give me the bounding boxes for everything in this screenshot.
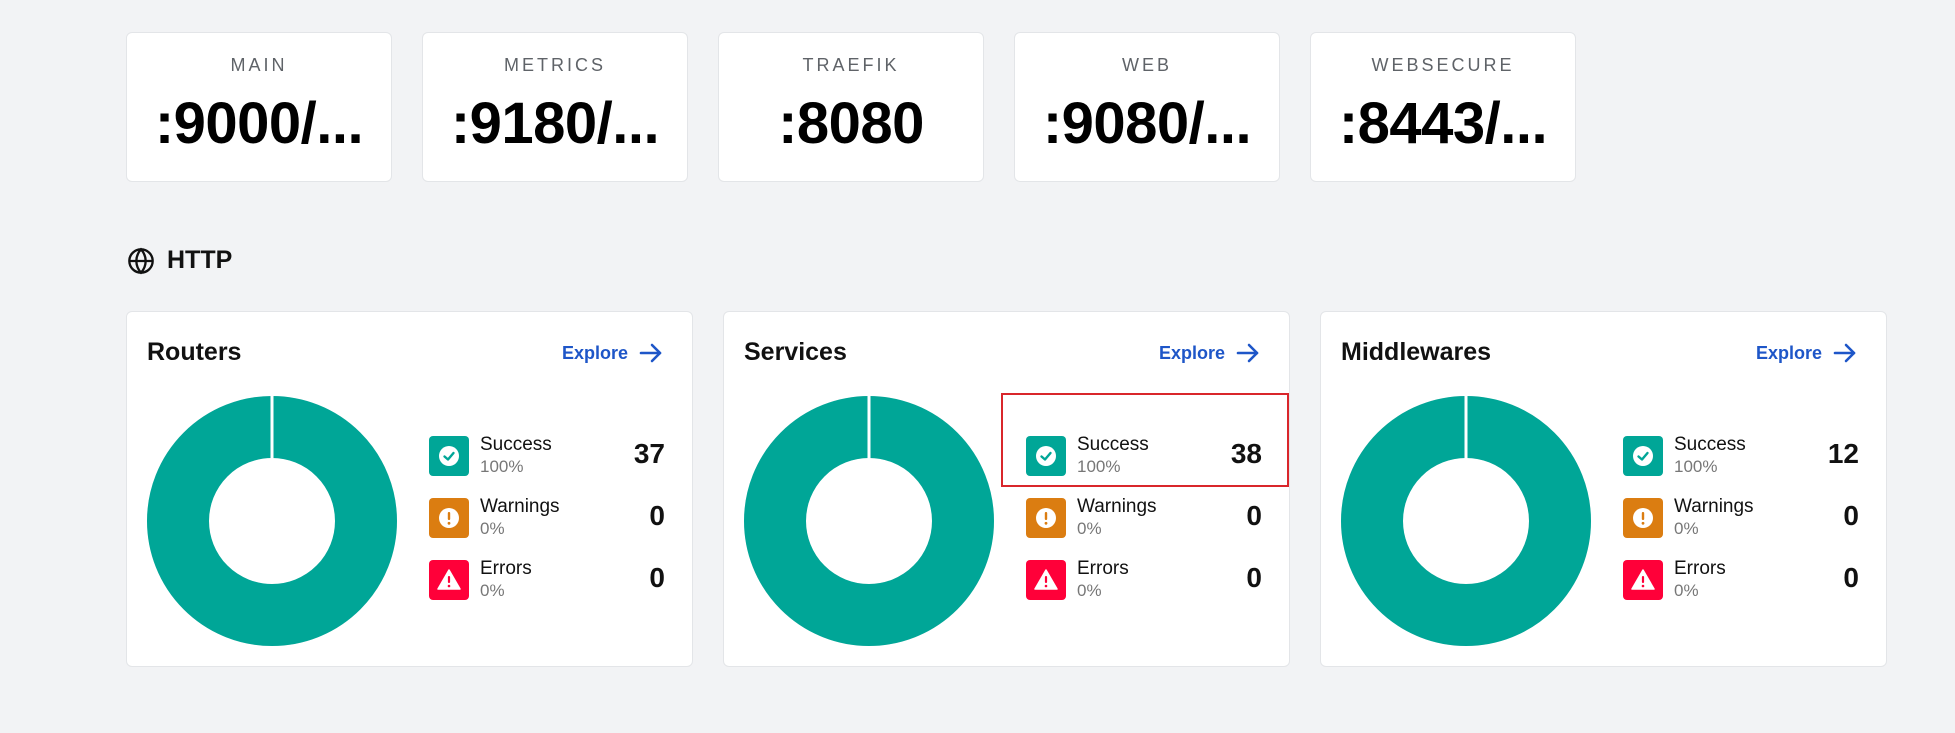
stat-label: Errors <box>1077 558 1129 579</box>
error-icon <box>429 560 469 600</box>
stat-success: Success 100% 12 <box>1623 434 1859 498</box>
stat-errors: Errors 0% 0 <box>1026 558 1262 622</box>
stat-success: Success 100% 38 <box>1026 434 1262 498</box>
stat-count: 37 <box>633 438 665 469</box>
stat-count: 0 <box>649 562 665 593</box>
error-icon <box>1623 560 1663 600</box>
warning-icon <box>429 498 469 538</box>
entrypoint-port: :9080/... <box>1042 91 1252 156</box>
stats-list: Success 100% 38 Warnings 0% 0 Errors 0% 0 <box>1026 434 1262 622</box>
stat-label: Success <box>480 434 552 455</box>
error-icon <box>1026 560 1066 600</box>
stat-count: 0 <box>1246 562 1262 593</box>
entrypoints-row: MAIN :9000/... METRICS :9180/... TRAEFIK… <box>126 32 1576 182</box>
stat-percent: 0% <box>1077 581 1102 600</box>
entrypoint-card-main: MAIN :9000/... <box>126 32 392 182</box>
stat-warnings: Warnings 0% 0 <box>1026 496 1262 560</box>
stat-percent: 100% <box>480 457 524 476</box>
stat-percent: 0% <box>1077 519 1102 538</box>
stat-count: 0 <box>649 500 665 531</box>
section-title: HTTP <box>167 246 233 274</box>
stat-label: Success <box>1077 434 1149 455</box>
warning-icon <box>1623 498 1663 538</box>
explore-services-link[interactable]: Explore <box>1159 342 1261 364</box>
stat-label: Errors <box>1674 558 1726 579</box>
warning-icon <box>1026 498 1066 538</box>
entrypoint-card-metrics: METRICS :9180/... <box>422 32 688 182</box>
stat-percent: 0% <box>1674 519 1699 538</box>
routers-donut-chart <box>147 396 397 646</box>
entrypoint-name: METRICS <box>504 55 606 75</box>
stat-percent: 0% <box>480 581 505 600</box>
stat-count: 0 <box>1246 500 1262 531</box>
stats-list: Success 100% 37 Warnings 0% 0 Errors 0% 0 <box>429 434 665 622</box>
explore-middlewares-link[interactable]: Explore <box>1756 342 1858 364</box>
panel-title: Services <box>744 338 847 366</box>
stat-errors: Errors 0% 0 <box>1623 558 1859 622</box>
entrypoint-name: WEB <box>1121 55 1172 75</box>
entrypoint-port: :9180/... <box>450 91 660 156</box>
explore-label: Explore <box>1755 342 1822 363</box>
stat-errors: Errors 0% 0 <box>429 558 665 622</box>
entrypoint-name: MAIN <box>230 55 288 75</box>
stat-percent: 0% <box>1674 581 1699 600</box>
stat-percent: 100% <box>1674 457 1718 476</box>
success-icon <box>429 436 469 476</box>
http-panels: Routers Explore Success 100% 37 Warnings 0… <box>126 311 1887 667</box>
stat-count: 0 <box>1843 562 1859 593</box>
entrypoint-port: :8443/... <box>1338 91 1548 156</box>
panel-title: Middlewares <box>1341 338 1492 366</box>
stats-list: Success 100% 12 Warnings 0% 0 Errors 0% 0 <box>1623 434 1859 622</box>
stat-label: Warnings <box>480 496 560 517</box>
globe-icon <box>128 247 154 274</box>
stat-count: 38 <box>1230 438 1262 469</box>
explore-label: Explore <box>561 342 628 363</box>
stat-label: Errors <box>480 558 532 579</box>
stat-count: 0 <box>1843 500 1859 531</box>
arrow-right-icon <box>1236 343 1259 363</box>
stat-label: Warnings <box>1674 496 1754 517</box>
entrypoint-name: WEBSECURE <box>1371 55 1515 75</box>
success-icon <box>1026 436 1066 476</box>
success-icon <box>1623 436 1663 476</box>
stat-label: Warnings <box>1077 496 1157 517</box>
panel-title: Routers <box>147 338 242 366</box>
stat-warnings: Warnings 0% 0 <box>429 496 665 560</box>
section-http-header: HTTP <box>127 246 232 275</box>
middlewares-donut-chart <box>1341 396 1591 646</box>
entrypoint-name: TRAEFIK <box>802 55 900 75</box>
stat-percent: 100% <box>1077 457 1121 476</box>
middlewares-panel: Middlewares Explore Success 100% 12 Warni… <box>1320 311 1887 667</box>
explore-routers-link[interactable]: Explore <box>562 342 664 364</box>
entrypoint-card-web: WEB :9080/... <box>1014 32 1280 182</box>
stat-percent: 0% <box>480 519 505 538</box>
entrypoint-card-websecure: WEBSECURE :8443/... <box>1310 32 1576 182</box>
stat-success: Success 100% 37 <box>429 434 665 498</box>
entrypoint-port: :8080 <box>778 91 924 156</box>
entrypoint-port: :9000/... <box>154 91 364 156</box>
explore-label: Explore <box>1158 342 1225 363</box>
arrow-right-icon <box>639 343 662 363</box>
entrypoint-card-traefik: TRAEFIK :8080 <box>718 32 984 182</box>
arrow-right-icon <box>1833 343 1856 363</box>
stat-warnings: Warnings 0% 0 <box>1623 496 1859 560</box>
services-panel: Services Explore Success 100% 38 Warnings… <box>723 311 1290 667</box>
stat-label: Success <box>1674 434 1746 455</box>
stat-count: 12 <box>1827 438 1859 469</box>
services-donut-chart <box>744 396 994 646</box>
routers-panel: Routers Explore Success 100% 37 Warnings 0… <box>126 311 693 667</box>
